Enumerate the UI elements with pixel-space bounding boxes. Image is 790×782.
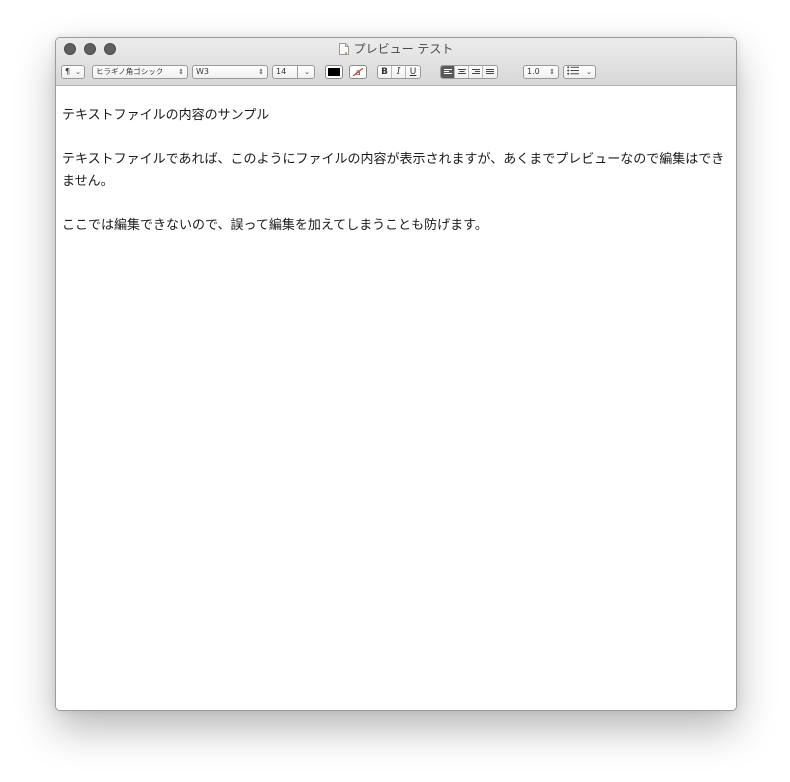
chevron-down-icon: ⌄ <box>586 68 592 76</box>
align-center-button[interactable] <box>455 66 469 78</box>
font-size-field[interactable]: 14 <box>272 65 298 79</box>
bold-button[interactable]: B <box>378 66 392 78</box>
background-color-well[interactable]: a <box>349 65 367 79</box>
alignment-group <box>440 65 498 79</box>
justify-icon <box>486 69 494 74</box>
paragraph-1: テキストファイルの内容のサンプル <box>62 108 270 123</box>
list-style-popup[interactable]: ⌄ <box>563 65 596 79</box>
chevron-down-icon: ⌄ <box>75 68 81 76</box>
list-bullets-icon <box>567 66 579 75</box>
up-down-arrows-icon: ⇕ <box>549 68 555 76</box>
window-title: プレビュー テスト <box>353 42 454 56</box>
up-down-arrows-icon: ⇕ <box>258 68 264 76</box>
font-size-value: 14 <box>276 67 287 76</box>
title-bar[interactable]: プレビュー テスト ¶ ⌄ ヒラギノ角ゴシック ⇕ W3 ⇕ 14 ⌄ B I … <box>56 38 736 86</box>
paragraph-2: テキストファイルであれば、このようにファイルの内容が表示されますが、あくまでプレ… <box>62 152 725 189</box>
align-left-icon <box>443 69 452 74</box>
paragraph-style-popup[interactable]: ¶ ⌄ <box>61 65 85 79</box>
format-toolbar: ¶ ⌄ ヒラギノ角ゴシック ⇕ W3 ⇕ 14 ⌄ a <box>56 65 736 81</box>
window-title-area: プレビュー テスト <box>56 41 736 57</box>
align-left-button[interactable] <box>441 66 455 78</box>
line-spacing-value: 1.0 <box>527 67 540 76</box>
preview-window: プレビュー テスト ¶ ⌄ ヒラギノ角ゴシック ⇕ W3 ⇕ 14 ⌄ B I … <box>55 37 737 711</box>
line-spacing-popup[interactable]: 1.0 ⇕ <box>523 65 559 79</box>
align-center-icon <box>457 69 466 74</box>
align-right-button[interactable] <box>469 66 483 78</box>
text-color-well[interactable] <box>325 65 343 79</box>
document-content[interactable]: テキストファイルの内容のサンプル テキストファイルであれば、このようにファイルの… <box>56 86 736 710</box>
align-right-icon <box>471 69 480 74</box>
font-family-popup[interactable]: ヒラギノ角ゴシック ⇕ <box>92 65 188 79</box>
justify-button[interactable] <box>483 66 497 78</box>
paragraph-3: ここでは編集できないので、誤って編集を加えてしまうことも防げます。 <box>62 218 488 233</box>
italic-button[interactable]: I <box>392 66 406 78</box>
up-down-arrows-icon: ⇕ <box>178 68 184 76</box>
font-family-value: ヒラギノ角ゴシック <box>96 67 164 76</box>
paragraph-icon: ¶ <box>65 67 71 76</box>
text-document-icon <box>338 43 349 55</box>
font-weight-value: W3 <box>196 67 209 76</box>
highlight-none-icon: a <box>352 68 364 76</box>
chevron-down-icon: ⌄ <box>304 68 310 76</box>
document-text: テキストファイルの内容のサンプル テキストファイルであれば、このようにファイルの… <box>62 105 730 259</box>
underline-button[interactable]: U <box>406 66 420 78</box>
text-color-fill <box>328 68 340 76</box>
font-size-menu-button[interactable]: ⌄ <box>297 65 315 79</box>
font-weight-popup[interactable]: W3 ⇕ <box>192 65 268 79</box>
text-style-group: B I U <box>377 65 421 79</box>
